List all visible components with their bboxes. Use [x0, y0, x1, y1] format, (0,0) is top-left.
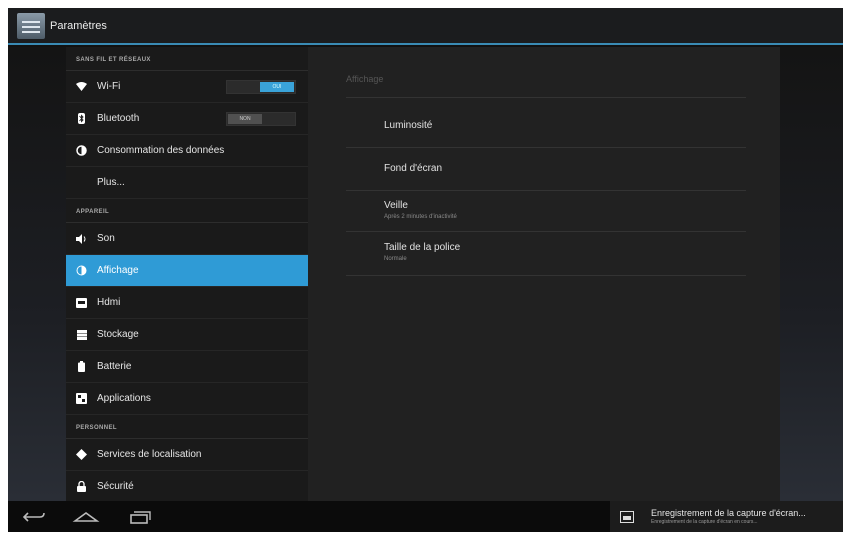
section-header-wireless: SANS FIL ET RÉSEAUX: [66, 47, 308, 71]
settings-item-label: Bluetooth: [97, 113, 140, 124]
settings-item-wifi[interactable]: Wi-Fi OUI: [66, 71, 308, 103]
recents-icon[interactable]: [125, 507, 155, 527]
settings-item-label: Applications: [97, 393, 151, 404]
settings-item-location[interactable]: Services de localisation: [66, 439, 308, 471]
settings-item-label: Sécurité: [97, 481, 134, 492]
pref-title: Veille: [384, 200, 408, 211]
pref-sleep[interactable]: Veille Après 2 minutes d'inactivité: [384, 200, 457, 220]
storage-icon: [76, 329, 87, 340]
detail-pane: Affichage Luminosité Fond d'écran Veille…: [308, 47, 780, 501]
pref-summary: Normale: [384, 256, 407, 262]
content-area: SANS FIL ET RÉSEAUX Wi-Fi OUI Bluetooth …: [8, 47, 843, 501]
settings-item-label: Stockage: [97, 329, 139, 340]
settings-list: SANS FIL ET RÉSEAUX Wi-Fi OUI Bluetooth …: [66, 47, 308, 501]
pref-wallpaper[interactable]: Fond d'écran: [384, 163, 442, 174]
bluetooth-toggle-label: NON: [228, 114, 262, 124]
pref-summary: Après 2 minutes d'inactivité: [384, 214, 457, 220]
image-icon: [620, 510, 634, 523]
notification-title: Enregistrement de la capture d'écran...: [651, 508, 806, 518]
settings-item-label: Batterie: [97, 361, 132, 372]
divider: [346, 190, 746, 191]
data-usage-icon: [76, 145, 87, 156]
app-title: Paramètres: [50, 19, 107, 32]
settings-app-icon[interactable]: [17, 12, 45, 39]
settings-item-hdmi[interactable]: Hdmi: [66, 287, 308, 319]
back-icon[interactable]: [20, 507, 50, 527]
settings-item-label: Plus...: [97, 177, 125, 188]
wifi-icon: [76, 81, 87, 92]
settings-item-label: Son: [97, 233, 115, 244]
settings-item-sound[interactable]: Son: [66, 223, 308, 255]
settings-item-storage[interactable]: Stockage: [66, 319, 308, 351]
settings-item-label: Services de localisation: [97, 449, 202, 460]
divider: [346, 97, 746, 98]
divider: [346, 275, 746, 276]
settings-item-label: Affichage: [97, 265, 139, 276]
apps-icon: [76, 393, 87, 404]
divider: [346, 231, 746, 232]
pref-title: Taille de la police: [384, 242, 461, 253]
settings-item-data-usage[interactable]: Consommation des données: [66, 135, 308, 167]
section-header-personal: PERSONNEL: [66, 415, 308, 439]
sound-icon: [76, 233, 87, 244]
settings-item-label: Wi-Fi: [97, 81, 121, 92]
location-icon: [76, 449, 87, 460]
bluetooth-icon: [76, 113, 87, 124]
action-bar: Paramètres: [8, 8, 843, 45]
notification-subtitle: Enregistrement de la capture d'écran en …: [651, 519, 758, 525]
tablet-screen: Paramètres SANS FIL ET RÉSEAUX Wi-Fi OUI…: [8, 8, 843, 532]
settings-item-battery[interactable]: Batterie: [66, 351, 308, 383]
settings-item-display[interactable]: Affichage: [66, 255, 308, 287]
display-icon: [76, 265, 87, 276]
settings-item-apps[interactable]: Applications: [66, 383, 308, 415]
notification-text: Enregistrement de la capture d'écran... …: [651, 508, 806, 525]
detail-header: Affichage: [346, 74, 384, 84]
wifi-toggle[interactable]: OUI: [226, 80, 296, 94]
divider: [346, 147, 746, 148]
section-header-device: APPAREIL: [66, 199, 308, 223]
pref-font-size[interactable]: Taille de la police Normale: [384, 242, 460, 262]
pref-title: Fond d'écran: [384, 163, 443, 174]
wifi-toggle-label: OUI: [260, 82, 294, 92]
settings-item-label: Consommation des données: [97, 145, 225, 156]
settings-item-more[interactable]: Plus...: [66, 167, 308, 199]
hdmi-icon: [76, 297, 87, 308]
battery-icon: [76, 361, 87, 372]
screenshot-notification[interactable]: Enregistrement de la capture d'écran... …: [610, 501, 843, 532]
settings-item-label: Hdmi: [97, 297, 121, 308]
bluetooth-toggle[interactable]: NON: [226, 112, 296, 126]
lock-icon: [76, 481, 87, 492]
settings-item-bluetooth[interactable]: Bluetooth NON: [66, 103, 308, 135]
settings-item-security[interactable]: Sécurité: [66, 471, 308, 501]
pref-brightness[interactable]: Luminosité: [384, 120, 432, 131]
home-icon[interactable]: [71, 507, 101, 527]
pref-title: Luminosité: [384, 120, 433, 131]
